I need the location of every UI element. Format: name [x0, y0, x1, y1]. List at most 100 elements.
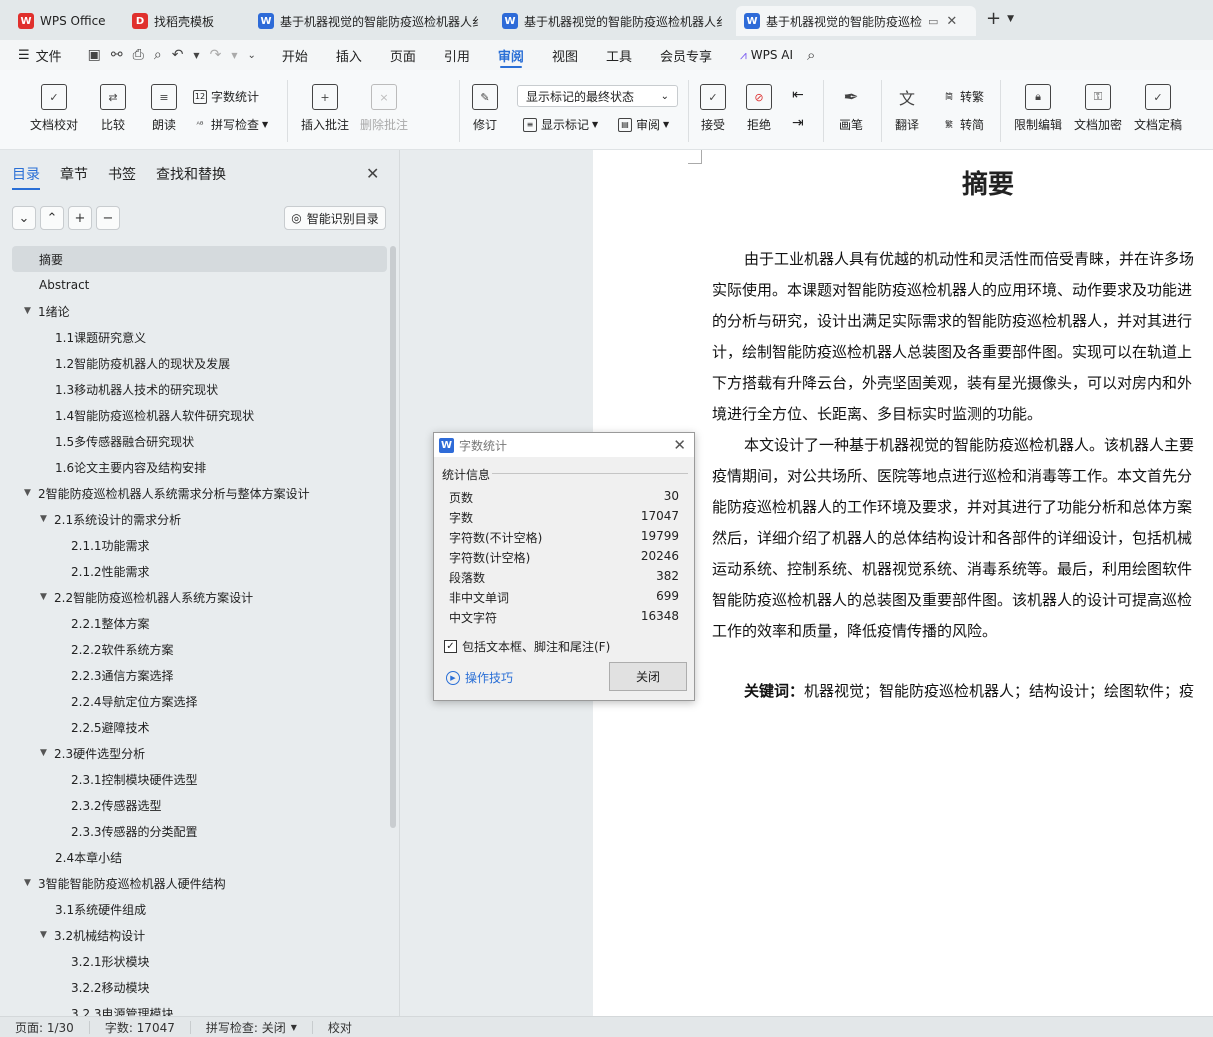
expand-arrow-icon[interactable]: ▼ [24, 878, 38, 888]
read-aloud-button[interactable]: ≡ 朗读 [151, 84, 177, 133]
proofread-button[interactable]: ✓ 文档校对 [30, 84, 78, 133]
menu-file[interactable]: ☰ 文件 [0, 40, 76, 70]
delete-comment-button[interactable]: × 删除批注 [360, 84, 408, 133]
toc-item[interactable]: 2.2.1整体方案 [12, 610, 387, 636]
toc-item[interactable]: ▼ 2.3硬件选型分析 [12, 740, 387, 766]
track-changes-button[interactable]: ✎ 修订 [472, 84, 498, 133]
previous-change-icon[interactable]: ⇤ [792, 87, 804, 103]
chevron-down-icon[interactable]: ▼ [262, 120, 268, 129]
expand-arrow-icon[interactable]: ▼ [40, 930, 54, 940]
tips-link[interactable]: ▶ 操作技巧 [446, 669, 513, 686]
toc-item[interactable]: 3.2.1形状模块 [12, 948, 387, 974]
expand-arrow-icon[interactable]: ▼ [40, 748, 54, 758]
close-button[interactable]: 关闭 [609, 662, 687, 691]
toc-item[interactable]: 摘要 [12, 246, 387, 272]
tab-wps-office[interactable]: W WPS Office [10, 6, 116, 36]
pen-button[interactable]: ✒ 画笔 [838, 84, 864, 133]
page-indicator[interactable]: 页面: 1/30 [0, 1020, 90, 1035]
tab-document-1[interactable]: W 基于机器视觉的智能防疫巡检机器人纟 [250, 6, 490, 36]
tab-document-active[interactable]: W 基于机器视觉的智能防疫巡检 ▭ ✕ [736, 6, 976, 36]
link-icon[interactable]: ⚯ [111, 47, 123, 63]
tab-toc[interactable]: 目录 [12, 164, 40, 190]
menu-view[interactable]: 视图 [538, 40, 592, 70]
expand-down-button[interactable]: ⌄ [12, 206, 36, 230]
add-heading-button[interactable]: + [68, 206, 92, 230]
review-pane-button[interactable]: ▤ 审阅 ▼ [618, 116, 669, 133]
toc-item[interactable]: ▼ 2.2智能防疫巡检机器人系统方案设计 [12, 584, 387, 610]
encrypt-button[interactable]: ⚿ 文档加密 [1074, 84, 1122, 133]
tab-docer[interactable]: D 找稻壳模板 [124, 6, 244, 36]
toc-item[interactable]: ▼ 3.2机械结构设计 [12, 922, 387, 948]
chevron-down-icon[interactable]: ▼ [663, 120, 669, 129]
scrollbar[interactable] [390, 246, 396, 828]
proofread-status[interactable]: 校对 [313, 1021, 367, 1035]
toc-item[interactable]: 2.3.1控制模块硬件选型 [12, 766, 387, 792]
to-traditional-button[interactable]: 简转繁 [942, 88, 984, 105]
toc-item[interactable]: Abstract [12, 272, 387, 298]
toc-item[interactable]: 2.1.2性能需求 [12, 558, 387, 584]
toc-item[interactable]: 1.5多传感器融合研究现状 [12, 428, 387, 454]
show-marks-button[interactable]: ≡ 显示标记 ▼ [523, 116, 598, 133]
toc-item[interactable]: 2.3.2传感器选型 [12, 792, 387, 818]
insert-comment-button[interactable]: + 插入批注 [301, 84, 349, 133]
toc-item[interactable]: 1.2智能防疫机器人的现状及发展 [12, 350, 387, 376]
translate-button[interactable]: 文翻译 [894, 84, 920, 133]
remove-heading-button[interactable]: − [96, 206, 120, 230]
menu-member[interactable]: 会员专享 [646, 40, 726, 70]
spellcheck-button[interactable]: ᴬᴮ 拼写检查 ▼ [193, 116, 269, 133]
chevron-down-icon[interactable]: ▼ [592, 120, 598, 129]
redo-icon[interactable]: ↷ [210, 47, 222, 63]
toc-item[interactable]: ▼ 3智能智能防疫巡检机器人硬件结构 [12, 870, 387, 896]
compare-button[interactable]: ⇄ 比较 [100, 84, 126, 133]
accept-button[interactable]: ✓ 接受 [700, 84, 726, 133]
print-preview-icon[interactable]: ⌕ [154, 47, 162, 63]
chevron-down-icon[interactable]: ▼ [231, 51, 237, 60]
toc-item[interactable]: 1.3移动机器人技术的研究现状 [12, 376, 387, 402]
reject-button[interactable]: ⊘ 拒绝 [746, 84, 772, 133]
more-chevron-icon[interactable]: ⌄ [247, 50, 255, 61]
toc-item[interactable]: ▼ 2智能防疫巡检机器人系统需求分析与整体方案设计 [12, 480, 387, 506]
chevron-down-icon[interactable]: ▼ [193, 51, 199, 60]
close-icon[interactable]: ✕ [673, 436, 686, 454]
toc-item[interactable]: 3.2.3电源管理模块 [12, 1000, 387, 1017]
smart-toc-button[interactable]: ◎ 智能识别目录 [284, 206, 386, 230]
search-icon[interactable]: ⌕ [807, 46, 815, 64]
word-count-indicator[interactable]: 字数: 17047 [90, 1020, 191, 1035]
menu-home[interactable]: 开始 [268, 40, 322, 70]
to-simplified-button[interactable]: 繁转简 [942, 116, 984, 133]
expand-arrow-icon[interactable]: ▼ [40, 514, 54, 524]
collapse-up-button[interactable]: ⌃ [40, 206, 64, 230]
toc-item[interactable]: 2.2.3通信方案选择 [12, 662, 387, 688]
finalize-button[interactable]: ✓ 文档定稿 [1134, 84, 1182, 133]
toc-item[interactable]: 2.2.2软件系统方案 [12, 636, 387, 662]
wordcount-button[interactable]: 12 字数统计 [193, 88, 259, 105]
menu-wps-ai[interactable]: ⩘ WPS AI [726, 40, 807, 70]
monitor-icon[interactable]: ▭ [928, 15, 938, 28]
expand-arrow-icon[interactable]: ▼ [24, 488, 38, 498]
toc-item[interactable]: 3.1系统硬件组成 [12, 896, 387, 922]
next-change-icon[interactable]: ⇥ [792, 115, 804, 131]
menu-review[interactable]: 审阅 [484, 40, 538, 70]
expand-arrow-icon[interactable]: ▼ [24, 306, 38, 316]
menu-insert[interactable]: 插入 [322, 40, 376, 70]
toc-item[interactable]: 1.4智能防疫巡检机器人软件研究现状 [12, 402, 387, 428]
menu-page[interactable]: 页面 [376, 40, 430, 70]
restrict-edit-button[interactable]: 🔒︎ 限制编辑 [1014, 84, 1062, 133]
toc-item[interactable]: 2.2.4导航定位方案选择 [12, 688, 387, 714]
tab-find-replace[interactable]: 查找和替换 [156, 164, 226, 190]
toc-item[interactable]: 3.2.2移动模块 [12, 974, 387, 1000]
tab-bookmarks[interactable]: 书签 [108, 164, 136, 190]
close-icon[interactable]: ✕ [946, 14, 957, 29]
menu-references[interactable]: 引用 [430, 40, 484, 70]
close-icon[interactable]: ✕ [366, 164, 379, 183]
spellcheck-status[interactable]: 拼写检查: 关闭 ▼ [191, 1020, 313, 1035]
toc-item[interactable]: 1.1课题研究意义 [12, 324, 387, 350]
tab-sections[interactable]: 章节 [60, 164, 88, 190]
undo-icon[interactable]: ↶ [172, 47, 184, 63]
toc-item[interactable]: 2.4本章小结 [12, 844, 387, 870]
expand-arrow-icon[interactable]: ▼ [40, 592, 54, 602]
chevron-down-icon[interactable]: ▼ [1007, 14, 1014, 24]
print-icon[interactable]: ⎙ [133, 47, 144, 63]
save-icon[interactable]: ▣ [88, 47, 101, 63]
toc-item[interactable]: 1.6论文主要内容及结构安排 [12, 454, 387, 480]
